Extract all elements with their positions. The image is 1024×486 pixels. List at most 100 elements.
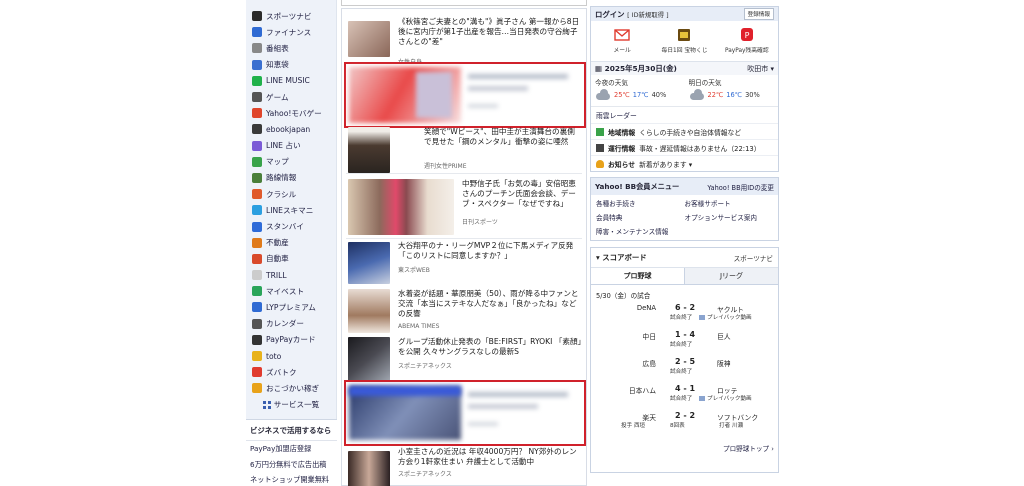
sidebar-item[interactable]: LINE MUSIC (246, 73, 336, 89)
news-thumbnail (348, 289, 390, 333)
sidebar-item[interactable]: toto (246, 348, 336, 364)
ad-highlight-box[interactable] (344, 380, 586, 446)
sidebar-item[interactable]: スタンバイ (246, 218, 336, 234)
news-item[interactable]: 《秋篠宮ご夫妻との"溝も"》眞子さん 第一報から8日後に宮内庁が第1子出産を報告… (342, 15, 586, 66)
sidebar-item[interactable]: おこづかい稼ぎ (246, 380, 336, 396)
tab-jleague[interactable]: Jリーグ (685, 268, 778, 284)
sidebar-item[interactable]: 路線情報 (246, 170, 336, 186)
home-team: DeNA (636, 304, 656, 312)
news-title[interactable]: 笑顔で"Wピース"、田中圭が主演舞台の裏側で見せた「鋼のメンタル」衝撃の姿に唖然 (424, 127, 582, 147)
game-row[interactable]: 楽天 2 - 2 ソフトバンク 8回表 投手 西垣 打者 川瀬 (591, 410, 778, 437)
sidebar-item[interactable]: LYPプレミアム (246, 299, 336, 315)
game-row[interactable]: 中日 1 - 4 巨人 試合終了 (591, 329, 778, 356)
sidebar-item-label: スポーツナビ (266, 11, 312, 21)
business-link-ads[interactable]: 6万円分無料で広告出稿 (246, 457, 337, 473)
scoreboard-title[interactable]: ▾ スコアボード (596, 252, 647, 263)
game-status: 試合終了 (670, 369, 693, 375)
account-info-button[interactable]: 登録情報 (743, 8, 774, 20)
news-item[interactable]: 中野信子氏「お気の毒」安倍昭恵さんのプーチン氏面会会談、デーブ・スペクター「なぜ… (342, 177, 586, 237)
cloud-icon (689, 89, 705, 100)
sidebar-item[interactable]: 自動車 (246, 251, 336, 267)
game-status: 試合終了 (670, 396, 693, 402)
news-item[interactable]: 水着姿が話題・華原朋美（50）、雨が降る中ファンと交流「本当にステキな人だなぁ」… (342, 287, 586, 339)
sidebar-item[interactable]: ebookjapan (246, 121, 336, 137)
service-icon (252, 11, 262, 22)
ad-highlight-box[interactable] (344, 62, 586, 128)
news-item[interactable]: グループ活動休止発表の「BE:FIRST」RYOKI 「素顔」を公開 久々サング… (342, 335, 586, 383)
sidebar-item[interactable]: マイベスト (246, 283, 336, 299)
mail-link[interactable]: メール (591, 21, 653, 61)
top-banner-fragment (341, 0, 587, 6)
news-title[interactable]: グループ活動休止発表の「BE:FIRST」RYOKI 「素顔」を公開 久々サング… (398, 337, 582, 357)
bb-link[interactable]: 会員特典 (596, 212, 685, 222)
video-icon (699, 395, 705, 401)
home-team: 中日 (642, 333, 656, 341)
service-list-link[interactable]: サービス一覧 (246, 397, 336, 413)
service-icon (252, 108, 262, 119)
grid-icon (262, 400, 271, 409)
news-title[interactable]: 《秋篠宮ご夫妻との"溝も"》眞子さん 第一報から8日後に宮内庁が第1子出産を報告… (398, 17, 580, 48)
business-link-paypay[interactable]: PayPay加盟店登録 (246, 441, 337, 457)
game-row[interactable]: 日本ハム 4 - 1 ロッテ 試合終了 プレイバック動画 (591, 383, 778, 410)
service-icon (252, 59, 262, 70)
sidebar-item[interactable]: 番組表 (246, 40, 336, 56)
notice-row[interactable]: お知らせ 新着があります ▾ (591, 155, 778, 171)
news-source: スポニチアネックス (398, 471, 452, 478)
sidebar-item-label: ebookjapan (266, 124, 311, 134)
login-link[interactable]: ログイン (595, 10, 625, 19)
sidebar-item[interactable]: ゲーム (246, 89, 336, 105)
sidebar-item[interactable]: 不動産 (246, 235, 336, 251)
register-id-link[interactable]: [ ID新規取得 ] (627, 11, 668, 19)
game-row[interactable]: 広島 2 - 5 阪神 試合終了 (591, 356, 778, 383)
sidebar-item-label: スタンバイ (266, 222, 304, 232)
sidebar-item[interactable]: マップ (246, 154, 336, 170)
sidebar-item[interactable]: クラシル (246, 186, 336, 202)
sidebar-item[interactable]: ファイナンス (246, 24, 336, 40)
news-item[interactable]: 大谷翔平のナ・リーグMVP２位に下馬メディア反発「このリストに同意しますか？」 … (342, 239, 586, 289)
train-info-row[interactable]: 運行情報 事故・遅延情報はありません（22:13） (591, 139, 778, 155)
home-team: 日本ハム (628, 387, 656, 395)
sidebar-item-label: マイベスト (266, 286, 305, 296)
sidebar-item[interactable]: スポーツナビ (246, 8, 336, 24)
weather-today: 今夜の天気 25℃ 17℃ 40% (595, 79, 667, 100)
service-icon (252, 286, 262, 297)
news-title[interactable]: 中野信子氏「お気の毒」安倍昭恵さんのプーチン氏面会会談、デーブ・スペクター「なぜ… (462, 179, 582, 210)
bb-link[interactable]: 各種お手続き (596, 198, 685, 208)
business-link-shop[interactable]: ネットショップ開業無料 (246, 472, 337, 486)
chevron-down-icon: ▾ (770, 64, 774, 73)
game-row[interactable]: DeNA 6 - 2 ヤクルト 試合終了 プレイバック動画 (591, 302, 778, 329)
sidebar-item[interactable]: TRILL (246, 267, 336, 283)
weather-forecast[interactable]: 今夜の天気 25℃ 17℃ 40% 明日の天気 22℃ 16℃ 30% (591, 75, 778, 107)
playback-video-link[interactable]: プレイバック動画 (699, 313, 752, 321)
sidebar-item[interactable]: Yahoo!モバゲー (246, 105, 336, 121)
news-title[interactable]: 小室圭さんの近況は 年収4000万円？ NY郊外のレン方会り1軒家住まい 弁護士… (398, 447, 582, 467)
bb-menu-title: Yahoo! BB会員メニュー (595, 181, 680, 191)
sidebar-item-label: クラシル (266, 189, 297, 199)
news-thumbnail (348, 127, 390, 173)
location-select[interactable]: 吹田市 ▾ (747, 64, 774, 74)
lottery-link[interactable]: 毎日1回 宝物くじ (653, 21, 715, 61)
tab-baseball[interactable]: プロ野球 (591, 268, 685, 284)
bb-id-change-link[interactable]: Yahoo! BB用IDの変更 (707, 182, 774, 192)
rain-radar-link[interactable]: 雨雲レーダー (591, 107, 778, 123)
bb-link[interactable]: 障害・メンテナンス情報 (596, 226, 685, 236)
sidebar-item[interactable]: ズバトク (246, 364, 336, 380)
paypay-balance-link[interactable]: P PayPay残高確認 (716, 21, 778, 61)
bb-link[interactable]: お客様サポート (685, 198, 774, 208)
news-title[interactable]: 水着姿が話題・華原朋美（50）、雨が降る中ファンと交流「本当にステキな人だなぁ」… (398, 289, 582, 320)
business-title: ビジネスで活用するなら (246, 420, 337, 441)
sportsnavi-link[interactable]: スポーツナビ (734, 253, 773, 263)
playback-video-link[interactable]: プレイバック動画 (699, 394, 752, 402)
sidebar-item[interactable]: LINE 占い (246, 138, 336, 154)
sidebar-item[interactable]: カレンダー (246, 316, 336, 332)
sidebar-item[interactable]: PayPayカード (246, 332, 336, 348)
news-title[interactable]: 大谷翔平のナ・リーグMVP２位に下馬メディア反発「このリストに同意しますか？」 (398, 241, 582, 261)
news-item[interactable]: 笑顔で"Wピース"、田中圭が主演舞台の裏側で見せた「鋼のメンタル」衝撃の姿に唖然… (342, 125, 586, 177)
bb-link[interactable]: オプションサービス案内 (685, 212, 774, 222)
service-icon (252, 75, 262, 86)
sidebar-item[interactable]: 知恵袋 (246, 57, 336, 73)
sidebar-item[interactable]: LINEスキマニ (246, 202, 336, 218)
news-item[interactable]: 小室圭さんの近況は 年収4000万円？ NY郊外のレン方会り1軒家住まい 弁護士… (342, 447, 586, 486)
baseball-top-link[interactable]: プロ野球トップ › (723, 443, 774, 453)
local-info-row[interactable]: 地域情報 くらしの手続きや自治体情報など (591, 123, 778, 139)
